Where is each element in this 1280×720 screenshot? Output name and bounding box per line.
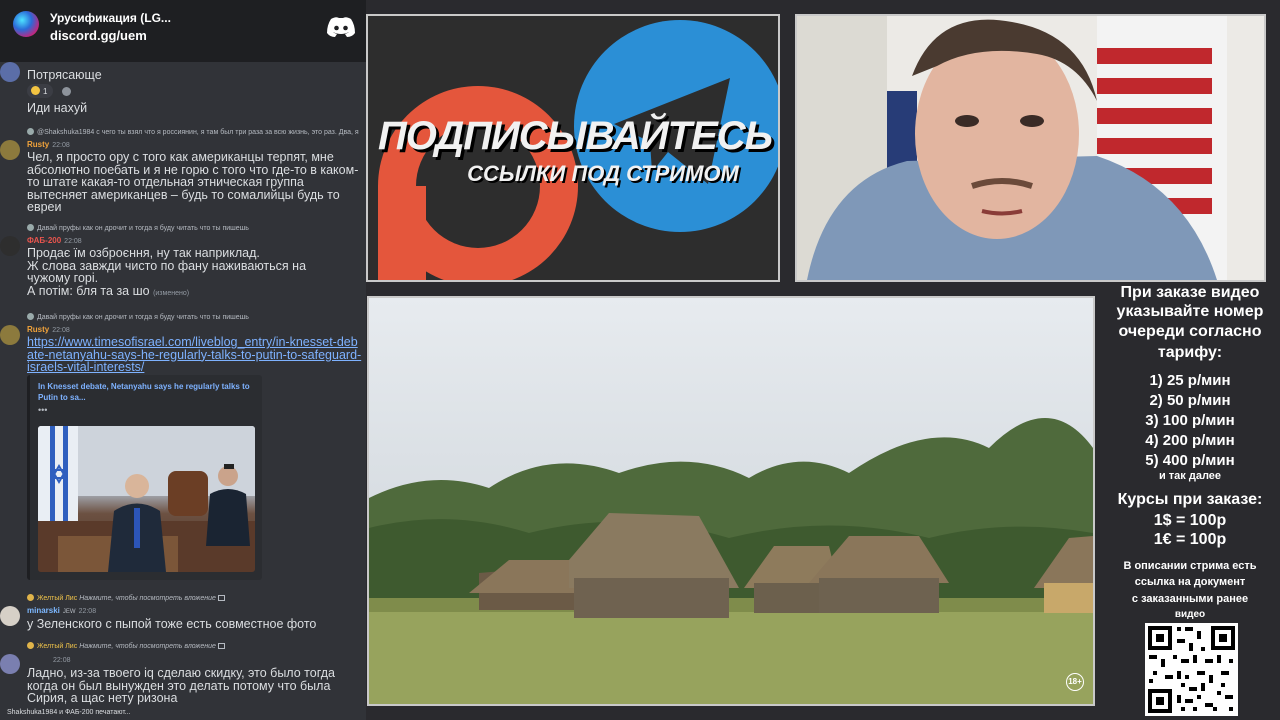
message-text: Чел, я просто ору с того как американцы … bbox=[27, 150, 359, 215]
author-name: minarski bbox=[27, 606, 60, 615]
message-link[interactable]: https://www.timesofisrael.com/liveblog_e… bbox=[27, 336, 363, 374]
typing-indicator: Shakshuka1984 и ФАБ-200 печатают... bbox=[7, 709, 131, 716]
reply-preview[interactable]: Давай пруфы как он дрочит и тогда я буду… bbox=[27, 224, 363, 232]
message-text: Ладно, из-за твоего iq сделаю скидку, эт… bbox=[27, 666, 335, 706]
avatar[interactable] bbox=[0, 325, 20, 345]
message-text: Продає їм озброєння, ну так наприклад. Ж… bbox=[27, 247, 366, 300]
avatar[interactable] bbox=[0, 606, 20, 626]
tariff-item: 1) 25 р/мин bbox=[1149, 372, 1231, 389]
order-heading-line: очереди согласно bbox=[1118, 323, 1262, 340]
avatar bbox=[27, 313, 34, 320]
reply-preview[interactable]: Давай пруфы как он дрочит и тогда я буду… bbox=[27, 313, 363, 321]
message-time: 22:08 bbox=[52, 327, 70, 334]
promo-subtitle: ССЫЛКИ ПОД СТРИМОМ bbox=[467, 161, 739, 186]
avatar[interactable] bbox=[0, 140, 20, 160]
rate-item: 1$ = 100р bbox=[1153, 512, 1227, 529]
avatar[interactable] bbox=[0, 236, 20, 256]
tariff-item: 5) 400 р/мин bbox=[1145, 452, 1235, 469]
tariff-item: 3) 100 р/мин bbox=[1145, 412, 1235, 429]
image-icon bbox=[217, 595, 225, 601]
rates-heading: Курсы при заказе: bbox=[1117, 491, 1263, 508]
avatar[interactable] bbox=[0, 654, 20, 674]
avatar bbox=[27, 128, 34, 135]
reply-text: @Shakshuka1984 с чего ты взял что я росс… bbox=[37, 129, 359, 136]
message-author[interactable]: Rusty 22:08 bbox=[27, 140, 70, 149]
age-rating-badge: 18+ bbox=[1066, 673, 1084, 691]
embed-title[interactable]: In Knesset debate, Netanyahu says he reg… bbox=[38, 381, 258, 403]
laughing-face-icon bbox=[31, 86, 40, 95]
link-embed[interactable]: In Knesset debate, Netanyahu says he reg… bbox=[27, 375, 262, 580]
embed-more[interactable]: ••• bbox=[38, 405, 47, 415]
reply-user: Желтый Лис bbox=[37, 595, 78, 602]
order-heading-line: При заказе видео bbox=[1120, 284, 1260, 301]
reply-text: Давай пруфы как он дрочит и тогда я буду… bbox=[37, 225, 249, 232]
qr-code-pattern bbox=[1148, 626, 1235, 713]
message-text: Иди нахуй bbox=[27, 101, 88, 115]
message-time: 22:08 bbox=[78, 608, 97, 615]
author-name: ФАБ-200 bbox=[27, 236, 62, 245]
message-time: 22:08 bbox=[52, 142, 70, 149]
webcam-feed bbox=[795, 14, 1266, 282]
message-line: А потім: бля та за шо (изменено) bbox=[27, 283, 366, 301]
village-video-frame bbox=[369, 298, 1093, 704]
reply-preview[interactable]: Желтый Лис Нажмите, чтобы посмотреть вло… bbox=[27, 594, 363, 602]
rate-item: 1€ = 100р bbox=[1153, 531, 1227, 548]
avatar bbox=[27, 224, 34, 231]
qr-code[interactable] bbox=[1145, 623, 1238, 716]
reply-user: Желтый Лис bbox=[37, 643, 78, 650]
avatar bbox=[0, 62, 20, 82]
description-line: В описании стрима есть bbox=[1123, 560, 1257, 572]
reply-text: Давай пруфы как он дрочит и тогда я буду… bbox=[37, 314, 249, 321]
subscribe-banner: ПОДПИСЫВАЙТЕСЬ ССЫЛКИ ПОД СТРИМОМ bbox=[366, 14, 780, 282]
order-heading-line: тарифу: bbox=[1157, 344, 1223, 361]
author-name: Rusty bbox=[27, 140, 50, 149]
order-heading-line: указывайте номер bbox=[1116, 303, 1264, 320]
reaction-button[interactable]: 1 bbox=[27, 84, 53, 98]
description-line: с заказанными ранее bbox=[1131, 593, 1249, 605]
author-name: Rusty bbox=[27, 325, 50, 334]
message-time: 22:08 bbox=[53, 657, 71, 664]
message-line-text: А потім: бля та за шо bbox=[27, 283, 150, 298]
reply-text: Нажмите, чтобы посмотреть вложение bbox=[79, 643, 216, 650]
description-line: видео bbox=[1174, 609, 1206, 620]
knesset-photo bbox=[38, 426, 255, 572]
promo-title: ПОДПИСЫВАЙТЕСЬ bbox=[377, 114, 773, 158]
tariff-item: 4) 200 р/мин bbox=[1145, 432, 1235, 449]
tariff-item: 2) 50 р/мин bbox=[1149, 392, 1231, 409]
server-invite-link[interactable]: discord.gg/uem bbox=[50, 28, 147, 43]
description-line: ссылка на документ bbox=[1134, 576, 1246, 588]
message-time: 22:08 bbox=[64, 238, 82, 245]
discord-logo-icon bbox=[327, 17, 355, 37]
streamer-webcam-image bbox=[797, 16, 1264, 280]
reaction-count: 1 bbox=[43, 87, 48, 96]
discord-chat-panel: Потрясающе 1 Иди нахуй @Shakshuka1984 с … bbox=[0, 0, 366, 720]
add-reaction-icon[interactable] bbox=[62, 87, 71, 96]
reply-text: Нажмите, чтобы посмотреть вложение bbox=[79, 595, 216, 602]
message-author[interactable]: ФАБ-200 22:08 bbox=[27, 236, 82, 245]
message-line: Продає їм озброєння, ну так наприклад. bbox=[27, 246, 260, 260]
link-text[interactable]: https://www.timesofisrael.com/liveblog_e… bbox=[27, 335, 361, 374]
server-name: Урусификация (LG... bbox=[50, 11, 171, 25]
message-author[interactable]: 22:08 bbox=[50, 655, 71, 664]
message-author[interactable]: Rusty 22:08 bbox=[27, 325, 70, 334]
role-badge: JEW bbox=[62, 609, 76, 615]
message-author[interactable]: minarski JEW 22:08 bbox=[27, 606, 96, 615]
reply-preview[interactable]: @Shakshuka1984 с чего ты взял что я росс… bbox=[27, 128, 363, 136]
edited-marker: (изменено) bbox=[153, 289, 190, 297]
avatar bbox=[27, 594, 34, 601]
server-header[interactable]: Урусификация (LG... discord.gg/uem bbox=[0, 0, 366, 62]
reply-preview[interactable]: Желтый Лис Нажмите, чтобы посмотреть вло… bbox=[27, 642, 363, 650]
tariff-more: и так далее bbox=[1158, 470, 1222, 482]
embed-image[interactable] bbox=[38, 426, 255, 572]
avatar bbox=[27, 642, 34, 649]
message-text: Потрясающе bbox=[27, 68, 102, 82]
video-player[interactable] bbox=[367, 296, 1095, 706]
message-text: у Зеленского с пыпой тоже есть совместно… bbox=[27, 617, 317, 631]
image-icon bbox=[217, 643, 225, 649]
server-icon bbox=[13, 11, 39, 37]
